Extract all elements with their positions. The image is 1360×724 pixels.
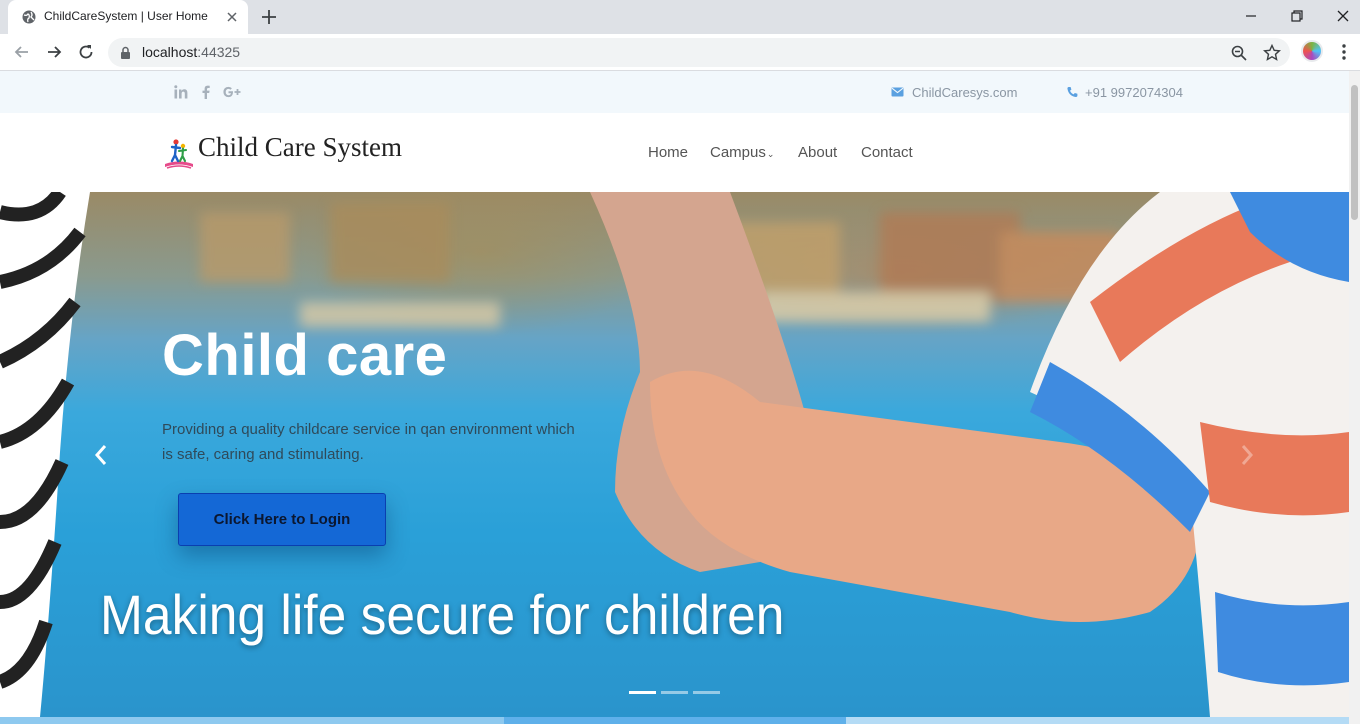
close-tab-icon[interactable] — [224, 9, 240, 25]
hero-carousel: Child care Providing a quality childcare… — [0, 192, 1349, 717]
globe-icon — [22, 10, 36, 24]
contact-phone[interactable]: +91 9972074304 — [1085, 85, 1183, 100]
browser-tab[interactable]: ChildCareSystem | User Home — [8, 0, 248, 34]
hero-description: Providing a quality childcare service in… — [162, 421, 575, 463]
chevron-left-icon[interactable] — [92, 442, 110, 468]
hero-title: Child care — [162, 323, 448, 388]
url-text[interactable]: localhost:44325 — [142, 44, 240, 60]
login-button[interactable]: Click Here to Login — [178, 493, 386, 546]
nav-contact[interactable]: Contact — [861, 144, 913, 161]
page-scrollbar[interactable] — [1349, 71, 1360, 724]
url-port: :44325 — [197, 44, 241, 60]
close-window-icon[interactable] — [1333, 6, 1353, 26]
restore-icon[interactable] — [1287, 6, 1307, 26]
nav-about[interactable]: About — [798, 144, 837, 161]
chevron-down-icon: ⌄ — [766, 149, 775, 159]
back-icon[interactable] — [12, 42, 32, 62]
scrollbar-thumb[interactable] — [1351, 85, 1358, 220]
browser-tabstrip: ChildCareSystem | User Home — [0, 0, 1360, 34]
chevron-right-icon[interactable] — [1238, 442, 1256, 468]
top-info-bar: ChildCaresys.com +91 9972074304 — [0, 71, 1349, 113]
nav-campus-label: Campus — [710, 144, 766, 161]
envelope-icon — [891, 87, 904, 97]
carousel-indicator-2[interactable] — [661, 691, 688, 694]
logo-icon[interactable] — [162, 133, 196, 173]
forward-icon[interactable] — [44, 42, 64, 62]
nav-home[interactable]: Home — [648, 144, 688, 161]
linkedin-icon[interactable] — [173, 84, 189, 100]
menu-kebab-icon[interactable] — [1336, 43, 1352, 61]
url-host: localhost — [142, 44, 198, 60]
bookmark-star-icon[interactable] — [1263, 44, 1281, 62]
carousel-indicator-3[interactable] — [693, 691, 720, 694]
browser-toolbar: localhost:44325 — [0, 34, 1360, 71]
profile-avatar[interactable] — [1301, 40, 1323, 62]
contact-email[interactable]: ChildCaresys.com — [912, 85, 1017, 100]
new-tab-icon[interactable] — [260, 8, 278, 26]
lock-icon[interactable] — [120, 46, 131, 59]
site-header: Child Care System Home Campus⌄ About Con… — [0, 113, 1349, 192]
google-plus-icon[interactable] — [222, 84, 242, 100]
carousel-indicator-1[interactable] — [629, 691, 656, 694]
zoom-icon[interactable] — [1230, 44, 1248, 62]
reload-icon[interactable] — [76, 42, 96, 62]
hero-tagline: Making life secure for children — [100, 583, 785, 646]
brand-name[interactable]: Child Care System — [198, 132, 402, 163]
facebook-icon[interactable] — [198, 84, 214, 100]
feature-strip — [0, 717, 1349, 724]
page-viewport: ChildCaresys.com +91 9972074304 Child Ca… — [0, 71, 1360, 724]
minimize-icon[interactable] — [1241, 6, 1261, 26]
phone-icon — [1067, 87, 1078, 98]
address-bar[interactable]: localhost:44325 — [108, 38, 1290, 67]
tab-title: ChildCareSystem | User Home — [44, 9, 208, 23]
nav-campus[interactable]: Campus⌄ — [710, 144, 774, 161]
